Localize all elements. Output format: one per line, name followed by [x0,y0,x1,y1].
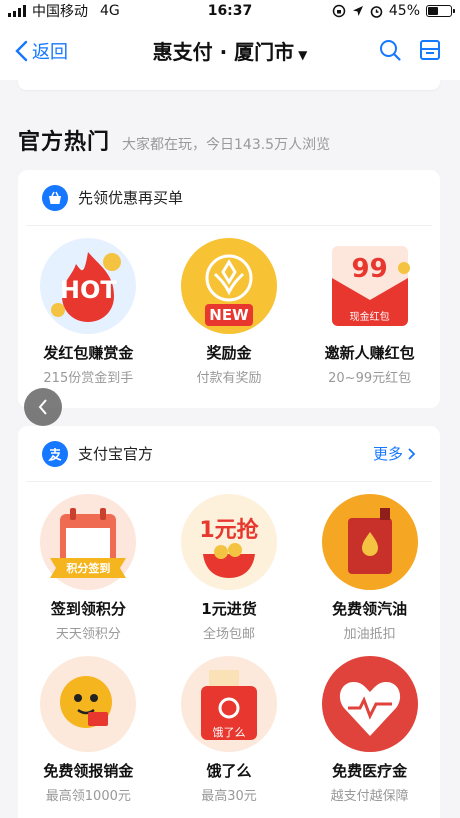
item-desc: 加油抵扣 [343,627,396,642]
item-desc: 付款有奖励 [196,371,262,386]
more-label: 更多 [372,445,403,463]
red-packet-reward-item[interactable]: HOT 发红包赚赏金 215份赏金到手 [18,238,159,400]
new-badge: NEW [209,306,249,324]
coin-mascot-icon [40,656,137,752]
item-name: 免费医疗金 [332,762,408,780]
basket-icon [42,184,68,211]
card-title: 先领优惠再买单 [78,189,184,207]
item-name: 免费领报销金 [43,762,134,780]
heart-pulse-icon [321,656,418,752]
one-yuan-text: 1元抢 [199,518,259,543]
red-envelope-icon: 99 现金红包 [322,238,418,334]
item-name: 饿了么 [206,762,252,780]
item-desc: 越支付越保障 [330,789,409,804]
envelope-label: 现金红包 [349,312,390,323]
brand-text: 饿了么 [212,726,246,739]
floating-back-button[interactable] [24,388,62,426]
hot-badge: HOT [59,276,117,304]
more-link[interactable]: 更多 [373,443,416,464]
battery-percent: 45% [388,3,420,19]
item-name: 奖励金 [206,344,252,362]
item-desc: 215份赏金到手 [43,371,134,386]
reward-gold-item[interactable]: NEW 奖励金 付款有奖励 [159,238,300,400]
rotation-lock-icon [332,4,346,18]
gas-can-icon [321,494,418,590]
eleme-envelope-icon: 饿了么 [180,656,277,752]
invite-red-packet-item[interactable]: 99 现金红包 邀新人赚红包 20~99元红包 [299,238,440,400]
calendar-icon: 积分签到 [40,494,137,590]
network-type: 4G [100,3,120,19]
alipay-logo-icon [42,440,68,467]
chevron-right-icon [408,447,416,460]
section-header: 官方热门 大家都在玩，今日143.5万人浏览 [18,124,330,156]
chevron-left-icon [38,399,47,415]
nav-bar: 返回 惠支付 · 厦门市 ▼ [0,22,460,80]
item-name: 签到领积分 [50,600,126,618]
free-gas-item[interactable]: 免费领汽油 加油抵扣 [299,494,440,656]
section-title: 官方热门 [18,130,111,155]
item-desc: 最高领1000元 [45,789,131,804]
item-desc: 天天领积分 [55,627,121,642]
search-icon[interactable] [378,38,402,62]
promo-card: 先领优惠再买单 HOT 发红包赚赏金 215份赏金到手 NEW 奖励金 付款有奖… [18,170,440,408]
item-name: 邀新人赚红包 [324,344,415,362]
location-icon [352,6,363,16]
item-name: 发红包赚赏金 [43,344,134,362]
bill-icon[interactable] [418,38,442,62]
alipay-official-card: 支付宝官方 更多 积分签到 签到领积分 天天领积分 1元抢 1元进货 全场包邮 … [18,426,440,818]
battery-icon [426,5,455,17]
amount-text: 99 [351,254,388,284]
one-yuan-purchase-item[interactable]: 1元抢 1元进货 全场包邮 [159,494,300,656]
status-bar: 中国移动 4G 16:37 45% [0,0,460,22]
carrier: 中国移动 [32,4,88,20]
page-title: 惠支付 · 厦门市 [152,40,295,64]
checkin-points-item[interactable]: 积分签到 签到领积分 天天领积分 [18,494,159,656]
item-name: 1元进货 [201,600,257,618]
signal-icon [8,5,26,17]
coin-bowl-icon: 1元抢 [180,494,277,590]
alarm-icon [370,5,383,18]
reimbursement-item[interactable]: 免费领报销金 最高领1000元 [18,656,159,818]
hot-flame-icon: HOT [40,238,137,334]
ribbon-text: 积分签到 [66,562,111,575]
card-title: 支付宝官方 [78,445,154,463]
item-desc: 20~99元红包 [328,371,412,386]
section-subtitle: 大家都在玩，今日143.5万人浏览 [122,137,331,153]
eleme-item[interactable]: 饿了么 饿了么 最高30元 [159,656,300,818]
item-desc: 最高30元 [201,789,257,804]
lotus-coin-icon: NEW [180,238,277,334]
item-name: 免费领汽油 [332,600,408,618]
medical-fund-item[interactable]: 免费医疗金 越支付越保障 [299,656,440,818]
item-desc: 全场包邮 [202,627,255,642]
previous-card-edge [18,80,440,90]
caret-down-icon: ▼ [298,48,308,62]
